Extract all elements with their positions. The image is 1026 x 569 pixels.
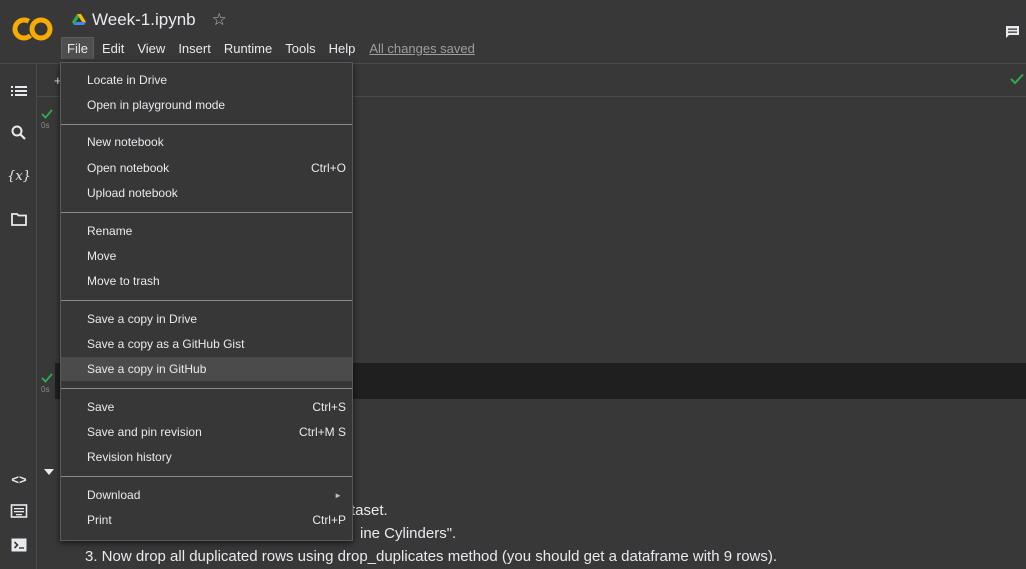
menu-help[interactable]: Help <box>324 38 361 59</box>
menu-divider <box>61 300 352 301</box>
menu-divider <box>61 476 352 477</box>
shortcut-label: Ctrl+O <box>310 161 346 175</box>
menu-item-save-copy-gist[interactable]: Save a copy as a GitHub Gist <box>61 332 352 356</box>
google-drive-icon[interactable] <box>72 13 86 27</box>
connected-check-icon[interactable] <box>1010 73 1024 85</box>
cell-executed-check-icon <box>41 373 53 383</box>
shortcut-label: Ctrl+S <box>312 400 346 414</box>
menubar: File Edit View Insert Runtime Tools Help… <box>61 37 475 59</box>
variables-icon[interactable]: {x} <box>7 167 31 185</box>
menu-edit[interactable]: Edit <box>97 38 129 59</box>
table-of-contents-icon[interactable] <box>10 82 28 100</box>
menu-tools[interactable]: Tools <box>280 38 320 59</box>
file-menu-dropdown: Locate in Drive Open in playground mode … <box>60 62 353 541</box>
shortcut-label: Ctrl+P <box>312 513 346 527</box>
markdown-line: taset. <box>351 502 388 519</box>
menu-item-print[interactable]: Print Ctrl+P <box>61 508 352 532</box>
title-row: Week-1.ipynb ☆ <box>72 10 227 30</box>
menu-file[interactable]: File <box>61 37 94 59</box>
menu-item-move-to-trash[interactable]: Move to trash <box>61 269 352 293</box>
menu-item-save-copy-drive[interactable]: Save a copy in Drive <box>61 307 352 331</box>
cell-run-time: 0s <box>41 121 50 130</box>
menu-divider <box>61 388 352 389</box>
folder-icon[interactable] <box>10 210 28 228</box>
search-icon[interactable] <box>10 124 28 142</box>
menu-divider <box>61 212 352 213</box>
star-icon[interactable]: ☆ <box>212 10 227 30</box>
collapse-section-icon[interactable] <box>44 469 54 475</box>
menu-item-rename[interactable]: Rename <box>61 219 352 243</box>
menu-item-new-notebook[interactable]: New notebook <box>61 130 352 154</box>
menu-item-open-notebook[interactable]: Open notebook Ctrl+O <box>61 156 352 180</box>
left-sidebar: {x} <> <box>0 64 37 569</box>
comment-icon[interactable] <box>1005 25 1020 39</box>
menu-item-revision-history[interactable]: Revision history <box>61 445 352 469</box>
submenu-arrow-icon: ► <box>334 490 342 500</box>
code-snippets-icon[interactable]: <> <box>10 470 28 488</box>
menu-item-save-copy-github[interactable]: Save a copy in GitHub <box>61 357 352 381</box>
markdown-line: ine Cylinders". <box>360 525 457 542</box>
menu-insert[interactable]: Insert <box>173 38 216 59</box>
colab-logo[interactable] <box>12 14 54 44</box>
menu-divider <box>61 124 352 125</box>
markdown-line: 3. Now drop all duplicated rows using dr… <box>85 548 778 565</box>
shortcut-label: Ctrl+M S <box>298 425 346 439</box>
menu-runtime[interactable]: Runtime <box>219 38 277 59</box>
command-palette-icon[interactable] <box>10 502 28 520</box>
menu-view[interactable]: View <box>132 38 170 59</box>
menu-item-locate-in-drive[interactable]: Locate in Drive <box>61 68 352 92</box>
menu-item-save[interactable]: Save Ctrl+S <box>61 395 352 419</box>
terminal-icon[interactable] <box>10 536 28 554</box>
save-status-link[interactable]: All changes saved <box>369 41 475 56</box>
menu-item-move[interactable]: Move <box>61 244 352 268</box>
menu-item-download[interactable]: Download ► <box>61 483 352 507</box>
menu-item-save-pin-revision[interactable]: Save and pin revision Ctrl+M S <box>61 420 352 444</box>
cell-run-time: 0s <box>41 385 50 394</box>
cell-executed-check-icon <box>41 109 53 119</box>
menu-item-upload-notebook[interactable]: Upload notebook <box>61 181 352 205</box>
header: Week-1.ipynb ☆ File Edit View Insert Run… <box>0 0 1026 64</box>
notebook-title[interactable]: Week-1.ipynb <box>92 10 196 30</box>
menu-item-open-playground[interactable]: Open in playground mode <box>61 93 352 117</box>
